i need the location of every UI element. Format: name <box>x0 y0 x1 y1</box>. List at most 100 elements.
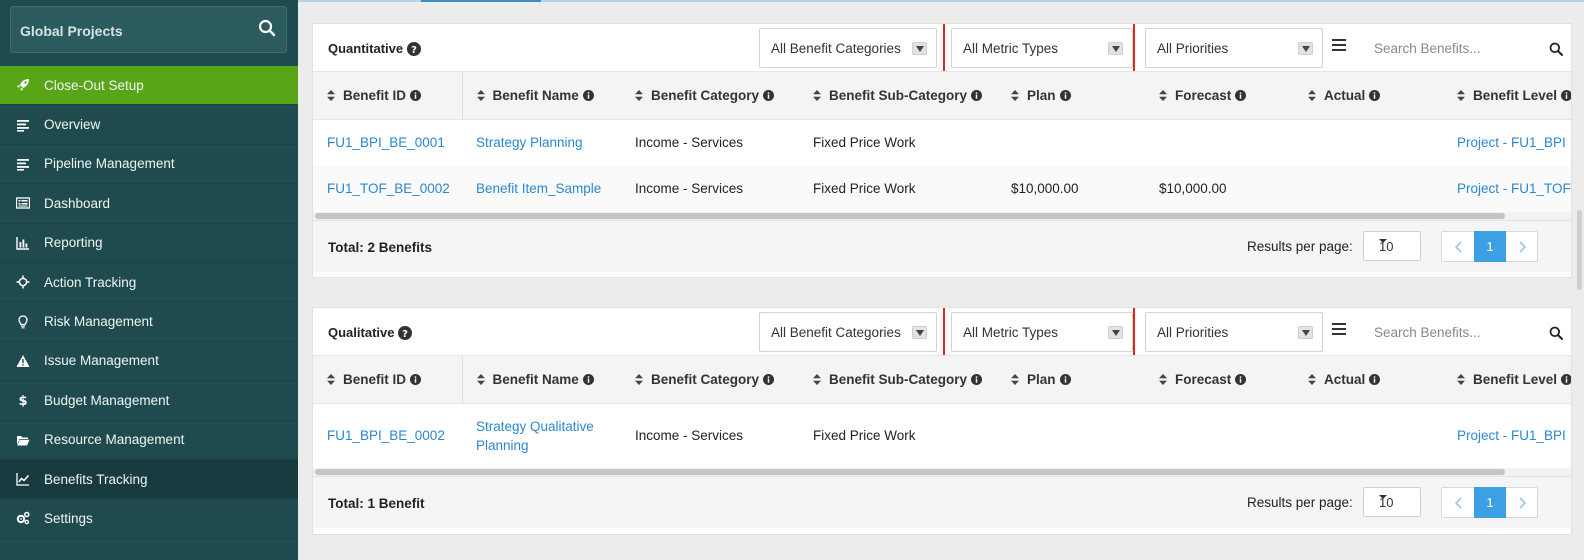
benefit-category-select[interactable]: All Benefit Categories <box>759 28 937 68</box>
project-search[interactable]: Global Projects <box>10 6 287 53</box>
column-header-forecast[interactable]: Forecast <box>1145 71 1294 120</box>
info-icon[interactable] <box>763 89 775 101</box>
sidebar-item-benefits-tracking[interactable]: Benefits Tracking <box>0 459 298 500</box>
info-icon[interactable] <box>1059 373 1071 385</box>
results-per-page-select[interactable]: 10 <box>1363 231 1421 261</box>
info-icon[interactable] <box>1369 89 1381 101</box>
info-icon[interactable] <box>763 373 775 385</box>
info-icon[interactable] <box>971 89 983 101</box>
benefit-search <box>1364 28 1571 68</box>
info-icon[interactable] <box>582 373 594 385</box>
current-page-button[interactable]: 1 <box>1474 231 1506 262</box>
cell-forecast <box>1145 404 1294 468</box>
column-header-benefit-level[interactable]: Benefit Level <box>1443 71 1571 120</box>
info-icon[interactable] <box>410 373 422 385</box>
pagination: 1 <box>1441 231 1538 262</box>
column-header-benefit-level[interactable]: Benefit Level <box>1443 355 1571 404</box>
sort-icon <box>1159 373 1167 385</box>
sidebar-item-budget-management[interactable]: $ Budget Management <box>0 381 298 421</box>
sidebar-item-label: Budget Management <box>44 392 170 408</box>
chevron-left-icon <box>1454 240 1462 253</box>
benefit-name-link[interactable]: Strategy Planning <box>476 135 583 150</box>
sort-icon <box>635 373 643 385</box>
column-header-plan[interactable]: Plan <box>997 71 1145 120</box>
next-page-button[interactable] <box>1506 232 1538 261</box>
vertical-scrollbar[interactable] <box>1577 210 1582 290</box>
column-header-benefit-category[interactable]: Benefit Category <box>621 71 799 120</box>
benefit-id-link[interactable]: FU1_BPI_BE_0001 <box>327 135 445 150</box>
help-icon[interactable]: ? <box>407 41 422 56</box>
horizontal-scrollbar[interactable] <box>313 212 1571 220</box>
info-icon[interactable] <box>1059 89 1071 101</box>
scrollbar-thumb[interactable] <box>315 213 1505 219</box>
results-per-page-select[interactable]: 10 <box>1363 487 1421 517</box>
benefit-search-input[interactable] <box>1374 38 1534 58</box>
column-header-benefit-category[interactable]: Benefit Category <box>621 355 799 404</box>
info-icon[interactable] <box>1369 373 1381 385</box>
cell-actual <box>1294 404 1443 468</box>
column-header-actual[interactable]: Actual <box>1294 71 1443 120</box>
column-menu-icon[interactable] <box>1332 39 1346 51</box>
bar-chart-icon <box>16 236 30 250</box>
column-header-benefit-id[interactable]: Benefit ID <box>313 71 463 120</box>
benefit-id-link[interactable]: FU1_TOF_BE_0002 <box>327 181 450 196</box>
benefit-id-link[interactable]: FU1_BPI_BE_0002 <box>327 428 445 443</box>
cell-benefit-id: FU1_TOF_BE_0002 <box>313 165 462 212</box>
column-header-forecast[interactable]: Forecast <box>1145 355 1294 404</box>
search-icon[interactable] <box>258 19 276 37</box>
column-header-plan[interactable]: Plan <box>997 355 1145 404</box>
sidebar-item-issue-management[interactable]: Issue Management <box>0 342 298 382</box>
column-header-actual[interactable]: Actual <box>1294 355 1443 404</box>
list-icon <box>16 157 30 171</box>
horizontal-scrollbar[interactable] <box>313 468 1571 476</box>
sidebar-item-pipeline-management[interactable]: Pipeline Management <box>0 145 298 185</box>
info-icon[interactable] <box>1561 89 1571 101</box>
benefit-level-link[interactable]: Project - FU1_BPI <box>1457 135 1566 150</box>
info-icon[interactable] <box>582 89 594 101</box>
sidebar-item-settings[interactable]: Settings <box>0 499 298 539</box>
column-header-label: Forecast <box>1175 372 1232 387</box>
benefit-level-link[interactable]: Project - FU1_BPI <box>1457 428 1566 443</box>
info-icon[interactable] <box>971 373 983 385</box>
column-header-benefit-name[interactable]: Benefit Name <box>462 71 621 120</box>
project-search-label: Global Projects <box>20 23 123 39</box>
benefit-category-select[interactable]: All Benefit Categories <box>759 312 937 352</box>
sort-icon <box>813 373 821 385</box>
scrollbar-thumb[interactable] <box>315 469 1505 475</box>
sidebar-item-action-tracking[interactable]: Action Tracking <box>0 263 298 303</box>
benefit-name-link[interactable]: Strategy Qualitative Planning <box>476 419 594 453</box>
priority-select[interactable]: All Priorities <box>1145 312 1323 352</box>
sidebar-item-close-out-setup[interactable]: Close-Out Setup <box>0 66 298 106</box>
chevron-down-icon <box>1298 326 1313 339</box>
prev-page-button[interactable] <box>1442 488 1474 517</box>
column-header-benefit-id[interactable]: Benefit ID <box>313 355 463 404</box>
sidebar-item-resource-management[interactable]: Resource Management <box>0 421 298 460</box>
sidebar-item-reporting[interactable]: Reporting <box>0 224 298 263</box>
prev-page-button[interactable] <box>1442 232 1474 261</box>
benefit-level-link[interactable]: Project - FU1_TOF <box>1457 181 1571 196</box>
info-icon[interactable] <box>410 89 422 101</box>
next-page-button[interactable] <box>1506 488 1538 517</box>
benefit-search-input[interactable] <box>1374 322 1534 342</box>
info-icon[interactable] <box>1235 373 1247 385</box>
current-page-button[interactable]: 1 <box>1474 487 1506 518</box>
column-header-label: Benefit Level <box>1473 88 1558 103</box>
selected-value: All Benefit Categories <box>771 41 901 56</box>
column-header-benefit-sub-category[interactable]: Benefit Sub-Category <box>799 71 997 120</box>
metric-type-highlight <box>943 308 1135 358</box>
sidebar-item-overview[interactable]: Overview <box>0 105 298 145</box>
column-header-benefit-name[interactable]: Benefit Name <box>462 355 621 404</box>
chevron-down-icon <box>912 326 927 339</box>
search-icon[interactable] <box>1549 326 1563 340</box>
info-icon[interactable] <box>1561 373 1571 385</box>
benefit-name-link[interactable]: Benefit Item_Sample <box>476 181 601 196</box>
dollar-icon: $ <box>16 393 30 407</box>
sidebar-item-risk-management[interactable]: Risk Management <box>0 302 298 342</box>
column-menu-icon[interactable] <box>1332 323 1346 335</box>
help-icon[interactable]: ? <box>398 325 413 340</box>
column-header-benefit-sub-category[interactable]: Benefit Sub-Category <box>799 355 997 404</box>
info-icon[interactable] <box>1235 89 1247 101</box>
sidebar-item-dashboard[interactable]: Dashboard <box>0 184 298 224</box>
priority-select[interactable]: All Priorities <box>1145 28 1323 68</box>
search-icon[interactable] <box>1549 42 1563 56</box>
